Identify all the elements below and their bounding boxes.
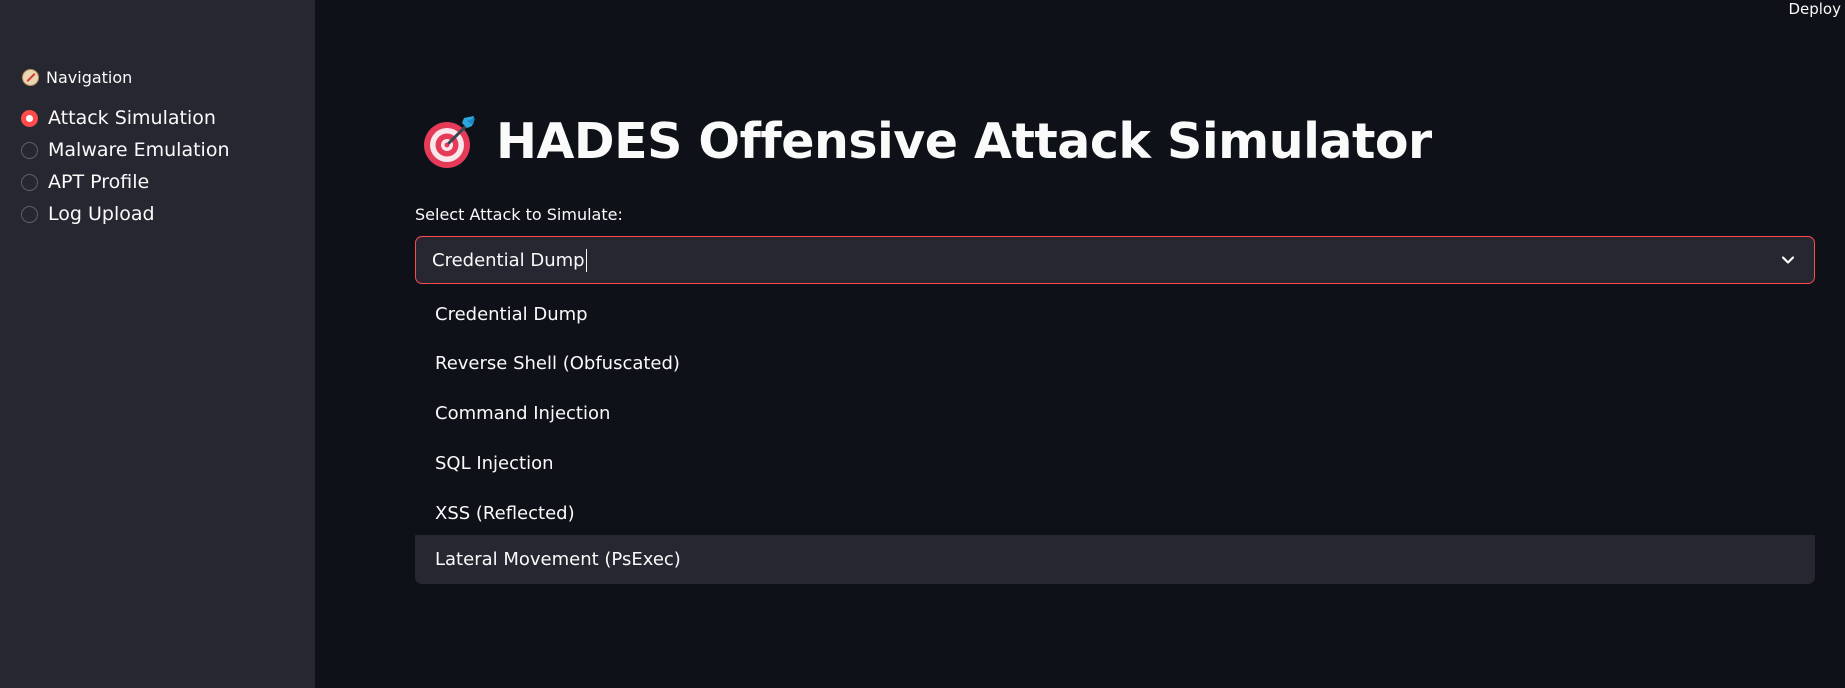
chevron-down-icon[interactable] — [1778, 250, 1798, 270]
dropdown-option[interactable]: Reverse Shell (Obfuscated) — [415, 339, 1815, 388]
dropdown-option[interactable]: XSS (Reflected) — [415, 489, 1815, 538]
radio-indicator[interactable] — [21, 141, 38, 159]
dropdown-option[interactable]: Credential Dump — [415, 290, 1815, 339]
sidebar: Navigation Attack Simulation Malware Emu… — [0, 0, 315, 688]
dropdown-option-highlighted[interactable]: Lateral Movement (PsExec) — [415, 535, 1815, 584]
page-title-row: HADES Offensive Attack Simulator — [422, 112, 1432, 170]
radio-label[interactable]: Attack Simulation — [48, 107, 216, 129]
radio-indicator[interactable] — [21, 205, 38, 223]
radio-label[interactable]: Log Upload — [48, 203, 155, 225]
radio-option-apt-profile[interactable]: APT Profile — [21, 166, 230, 198]
direct-hit-target-icon — [424, 116, 475, 168]
text-cursor — [585, 248, 588, 272]
attack-select[interactable]: Credential Dump — [415, 236, 1815, 284]
compass-icon — [22, 69, 39, 86]
radio-label[interactable]: Malware Emulation — [48, 139, 230, 161]
page-title: HADES Offensive Attack Simulator — [496, 112, 1432, 170]
attack-dropdown-menu: Credential Dump Reverse Shell (Obfuscate… — [415, 289, 1815, 584]
radio-option-malware-emulation[interactable]: Malware Emulation — [21, 134, 230, 166]
attack-select-label: Select Attack to Simulate: — [415, 205, 623, 224]
radio-indicator[interactable] — [21, 173, 38, 191]
attack-select-value[interactable]: Credential Dump — [432, 250, 585, 271]
radio-label[interactable]: APT Profile — [48, 171, 149, 193]
navigation-radio-group: Attack Simulation Malware Emulation APT … — [21, 102, 230, 230]
app-root: Navigation Attack Simulation Malware Emu… — [0, 0, 1845, 688]
radio-option-log-upload[interactable]: Log Upload — [21, 198, 230, 230]
navigation-header: Navigation — [22, 68, 132, 87]
navigation-title: Navigation — [46, 68, 133, 87]
deploy-button[interactable]: Deploy — [1788, 0, 1841, 18]
dropdown-option[interactable]: Command Injection — [415, 389, 1815, 438]
dropdown-option[interactable]: SQL Injection — [415, 439, 1815, 488]
radio-option-attack-simulation[interactable]: Attack Simulation — [21, 102, 230, 134]
radio-selected-indicator[interactable] — [21, 109, 38, 127]
